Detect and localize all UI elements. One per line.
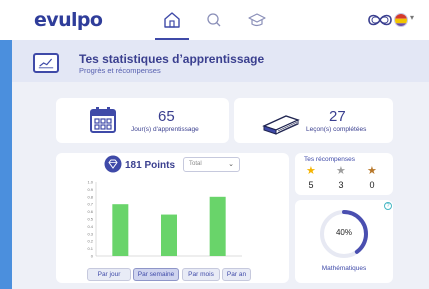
diamond-badge-icon (104, 155, 122, 173)
chevron-down-icon[interactable]: ▾ (410, 13, 414, 22)
y-tick-label: 0.6 (87, 209, 93, 214)
page-title: Tes statistiques d’apprentissage (79, 52, 265, 66)
y-tick-label: 0.1 (87, 246, 93, 251)
learning-days-label: Jour(s) d'apprentissage (131, 126, 199, 133)
bronze-count: 0 (369, 180, 375, 190)
graduation-cap-icon[interactable] (246, 10, 268, 30)
period-day-button[interactable]: Par jour (87, 268, 131, 281)
rewards-title: Tes récompenses (304, 156, 355, 163)
gold-count: 5 (308, 180, 314, 190)
learning-days-card (56, 98, 229, 143)
chart-bar[interactable] (161, 214, 177, 256)
points-filter-select[interactable]: Total ⌄ (183, 157, 240, 172)
y-tick-label: 0.3 (87, 231, 93, 236)
y-tick-label: 0.9 (87, 187, 93, 192)
silver-count: 3 (338, 180, 344, 190)
silver-star-icon: ★ (336, 165, 346, 177)
y-tick-label: 0.2 (87, 239, 93, 244)
learning-days-value: 65 (158, 108, 175, 125)
page-subtitle: Progrès et récompenses (79, 66, 161, 75)
y-tick-label: 1.0 (87, 180, 93, 185)
subject-name: Mathématiques (321, 265, 367, 272)
calendar-icon (90, 107, 116, 133)
period-week-button[interactable]: Par semaine (133, 268, 179, 281)
y-tick-label: 0.4 (87, 224, 93, 229)
y-tick-label: 0.7 (87, 202, 93, 207)
books-icon (262, 115, 300, 135)
logo[interactable]: evulpo (34, 9, 103, 31)
home-icon[interactable] (161, 10, 183, 30)
infinity-icon[interactable] (365, 11, 395, 29)
chart-bar[interactable] (209, 196, 226, 256)
points-filter-value: Total (189, 161, 202, 167)
points-bar-chart: 0 0.1 0.2 0.3 0.4 0.5 0.6 0.7 0.8 0.9 1.0 (87, 180, 242, 259)
points-total: 181 Points (125, 160, 176, 171)
bronze-star-icon: ★ (367, 165, 377, 177)
top-navigation-bar: evulpo ▾ (0, 0, 429, 40)
chart-bar[interactable] (112, 204, 129, 256)
chevron-down-icon: ⌄ (228, 161, 234, 168)
gold-star-icon: ★ (306, 165, 316, 177)
y-tick-label: 0 (91, 254, 94, 259)
language-flag-icon[interactable] (394, 13, 408, 27)
lessons-completed-card (234, 98, 393, 143)
lessons-completed-value: 27 (329, 108, 346, 125)
help-icon[interactable]: ? (384, 202, 392, 210)
period-month-button[interactable]: Par mois (182, 268, 220, 281)
lessons-completed-label: Leçon(s) complétées (306, 126, 367, 133)
period-year-button[interactable]: Par an (222, 268, 251, 281)
search-icon[interactable] (203, 10, 225, 30)
y-tick-label: 0.8 (87, 194, 93, 199)
y-tick-label: 0.5 (87, 217, 93, 222)
progress-percent: 40% (335, 228, 352, 237)
sidebar (0, 40, 12, 289)
chart-trend-icon (33, 53, 59, 73)
